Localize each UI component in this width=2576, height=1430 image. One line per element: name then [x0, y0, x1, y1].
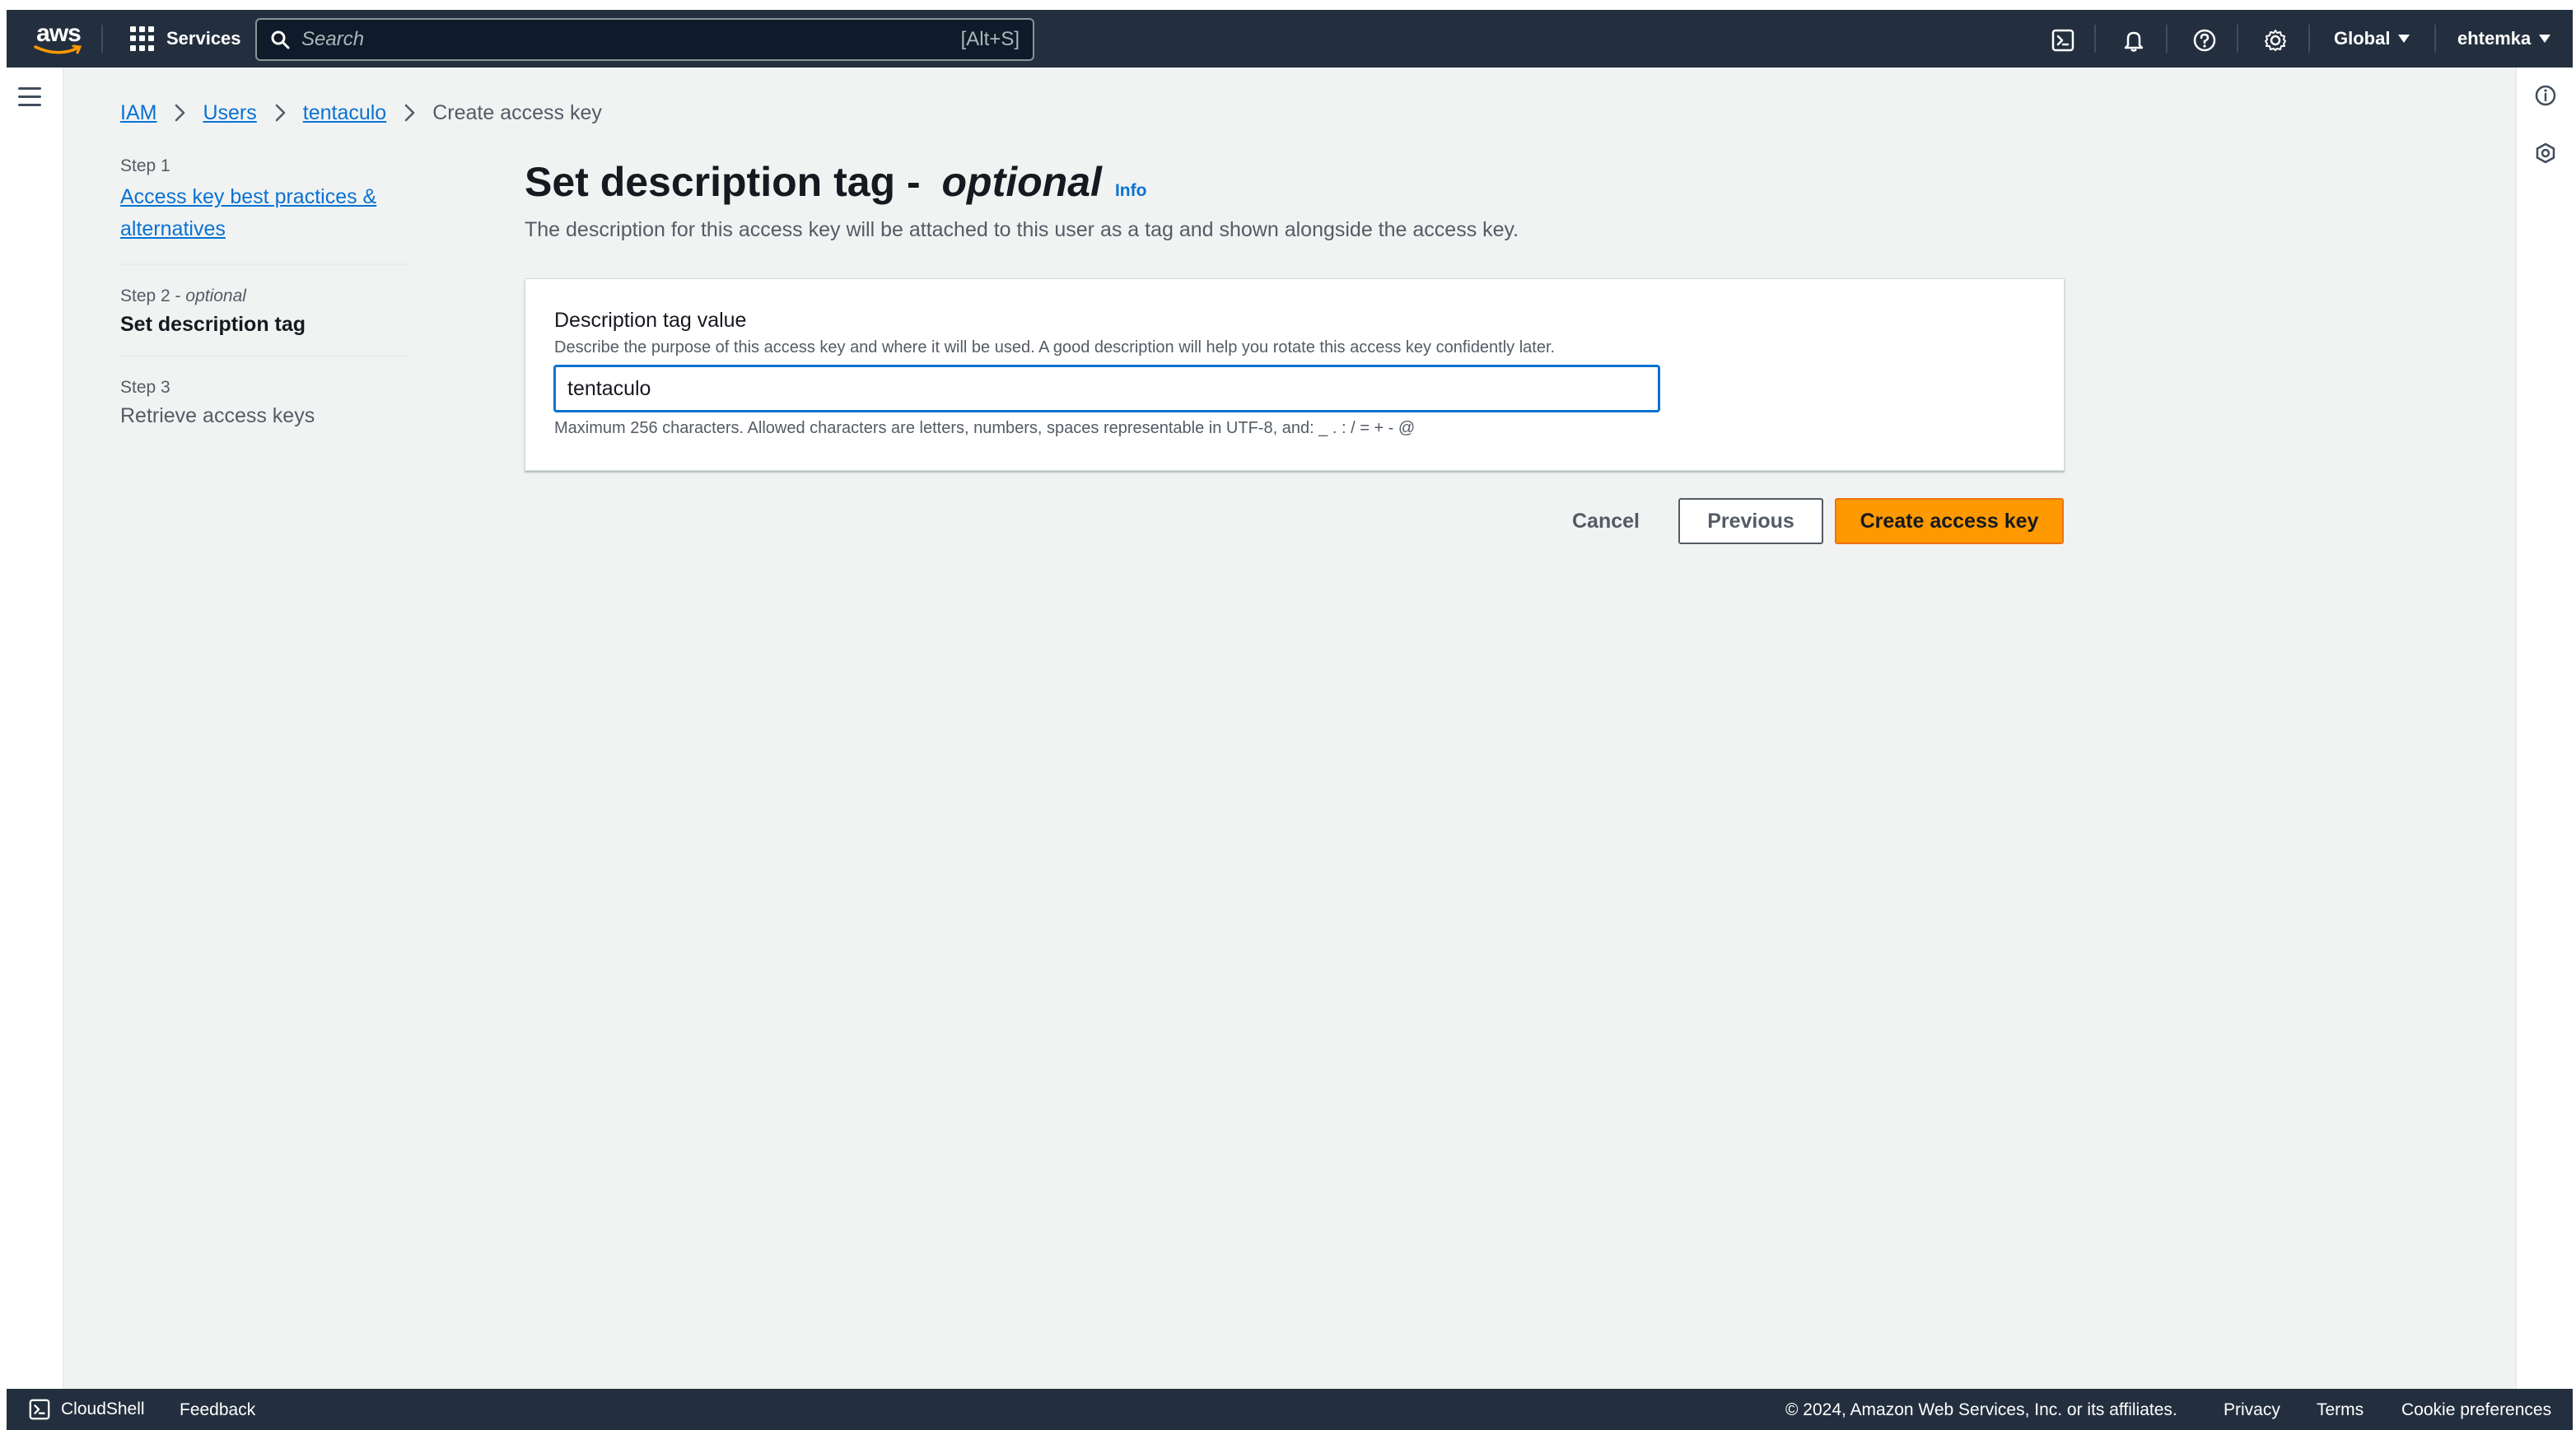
- privacy-label: Privacy: [2224, 1400, 2280, 1419]
- search-input[interactable]: Search [Alt+S]: [255, 18, 1034, 61]
- page-title: Set description tag - optional Info: [525, 158, 1146, 206]
- terms-label: Terms: [2317, 1400, 2364, 1419]
- help-icon[interactable]: [2192, 28, 2217, 53]
- nav-divider: [2308, 25, 2310, 53]
- step-divider: [120, 355, 408, 356]
- account-menu[interactable]: ehtemka: [2457, 28, 2551, 49]
- nav-divider: [2094, 25, 2096, 53]
- field-label: Description tag value: [554, 309, 747, 332]
- search-placeholder: Search: [301, 28, 365, 50]
- aws-logo-text: aws: [36, 20, 82, 47]
- side-navigation-rail: [7, 68, 64, 1389]
- search-icon: [271, 30, 290, 49]
- info-circle-icon[interactable]: [2534, 84, 2557, 107]
- copyright-label: © 2024, Amazon Web Services, Inc. or its…: [1785, 1400, 2177, 1419]
- wizard-step-2: Step 2 - optional Set description tag: [120, 286, 408, 337]
- cookie-preferences-label: Cookie preferences: [2401, 1400, 2552, 1419]
- nav-divider: [2237, 25, 2238, 53]
- nav-divider: [101, 25, 103, 53]
- page-title-text: Set description tag -: [525, 159, 932, 205]
- description-tag-input[interactable]: [553, 365, 1660, 412]
- breadcrumb: IAM Users tentaculo Create access key: [120, 99, 602, 127]
- account-label: ehtemka: [2457, 28, 2532, 49]
- breadcrumb-current: Create access key: [432, 100, 602, 124]
- chevron-right-icon: [403, 103, 416, 123]
- terms-link[interactable]: Terms: [2317, 1400, 2364, 1420]
- create-access-key-button[interactable]: Create access key: [1835, 498, 2064, 544]
- resource-hexagon-icon[interactable]: [2534, 142, 2557, 165]
- step-link-best-practices[interactable]: Access key best practices & alternatives: [120, 181, 408, 245]
- field-description: Describe the purpose of this access key …: [554, 338, 1556, 356]
- chevron-right-icon: [173, 103, 186, 123]
- console-footer: CloudShell Feedback © 2024, Amazon Web S…: [7, 1389, 2573, 1430]
- gear-icon[interactable]: [2263, 28, 2288, 53]
- menu-icon[interactable]: [18, 87, 41, 107]
- chevron-right-icon: [273, 103, 287, 123]
- region-label: Global: [2334, 28, 2391, 49]
- aws-smile-icon: [34, 44, 82, 54]
- description-tag-panel: Description tag value Describe the purpo…: [525, 278, 2065, 471]
- cloudshell-button[interactable]: CloudShell: [28, 1398, 145, 1421]
- cancel-button[interactable]: Cancel: [1556, 499, 1655, 543]
- breadcrumb-user[interactable]: tentaculo: [303, 101, 386, 125]
- feedback-link[interactable]: Feedback: [180, 1400, 255, 1420]
- region-selector[interactable]: Global: [2334, 28, 2410, 49]
- search-shortcut-hint: [Alt+S]: [960, 28, 1020, 50]
- tools-rail: [2515, 68, 2573, 1389]
- step-disabled-title: Retrieve access keys: [120, 404, 315, 427]
- cloudshell-icon[interactable]: [2051, 28, 2075, 53]
- breadcrumb-iam[interactable]: IAM: [120, 101, 156, 125]
- nav-divider: [2166, 25, 2168, 53]
- wizard-step-3: Step 3 Retrieve access keys: [120, 378, 408, 428]
- copyright-text: © 2024, Amazon Web Services, Inc. or its…: [1785, 1400, 2177, 1420]
- field-constraint-text: Maximum 256 characters. Allowed characte…: [554, 419, 1416, 437]
- step-number-label: Step 2 - optional: [120, 286, 246, 305]
- aws-logo[interactable]: aws: [31, 18, 86, 59]
- cookie-preferences-link[interactable]: Cookie preferences: [2401, 1400, 2551, 1420]
- feedback-label: Feedback: [180, 1400, 256, 1419]
- services-menu-button[interactable]: Services: [130, 23, 241, 54]
- previous-button[interactable]: Previous: [1678, 498, 1823, 544]
- info-link[interactable]: Info: [1115, 181, 1146, 201]
- breadcrumb-users[interactable]: Users: [203, 101, 256, 125]
- top-navigation: aws Services Search [Alt+S] Global ehtem…: [7, 10, 2573, 68]
- nav-divider: [2434, 25, 2436, 53]
- step-number-label: Step 1: [120, 156, 170, 175]
- bell-icon[interactable]: [2121, 28, 2146, 53]
- services-label: Services: [166, 28, 241, 49]
- caret-down-icon: [2539, 35, 2551, 43]
- wizard-steps: Step 1 Access key best practices & alter…: [120, 156, 408, 428]
- wizard-step-1: Step 1 Access key best practices & alter…: [120, 156, 408, 245]
- step-current-title: Set description tag: [120, 313, 306, 336]
- privacy-link[interactable]: Privacy: [2224, 1400, 2280, 1420]
- caret-down-icon: [2398, 35, 2410, 43]
- page-description: The description for this access key will…: [525, 218, 1519, 241]
- cloudshell-icon: [29, 1399, 50, 1420]
- page-title-optional: optional: [941, 159, 1102, 205]
- grid-icon: [130, 26, 155, 51]
- step-divider: [120, 263, 408, 265]
- cloudshell-label: CloudShell: [61, 1400, 145, 1418]
- step-number-label: Step 3: [120, 378, 170, 397]
